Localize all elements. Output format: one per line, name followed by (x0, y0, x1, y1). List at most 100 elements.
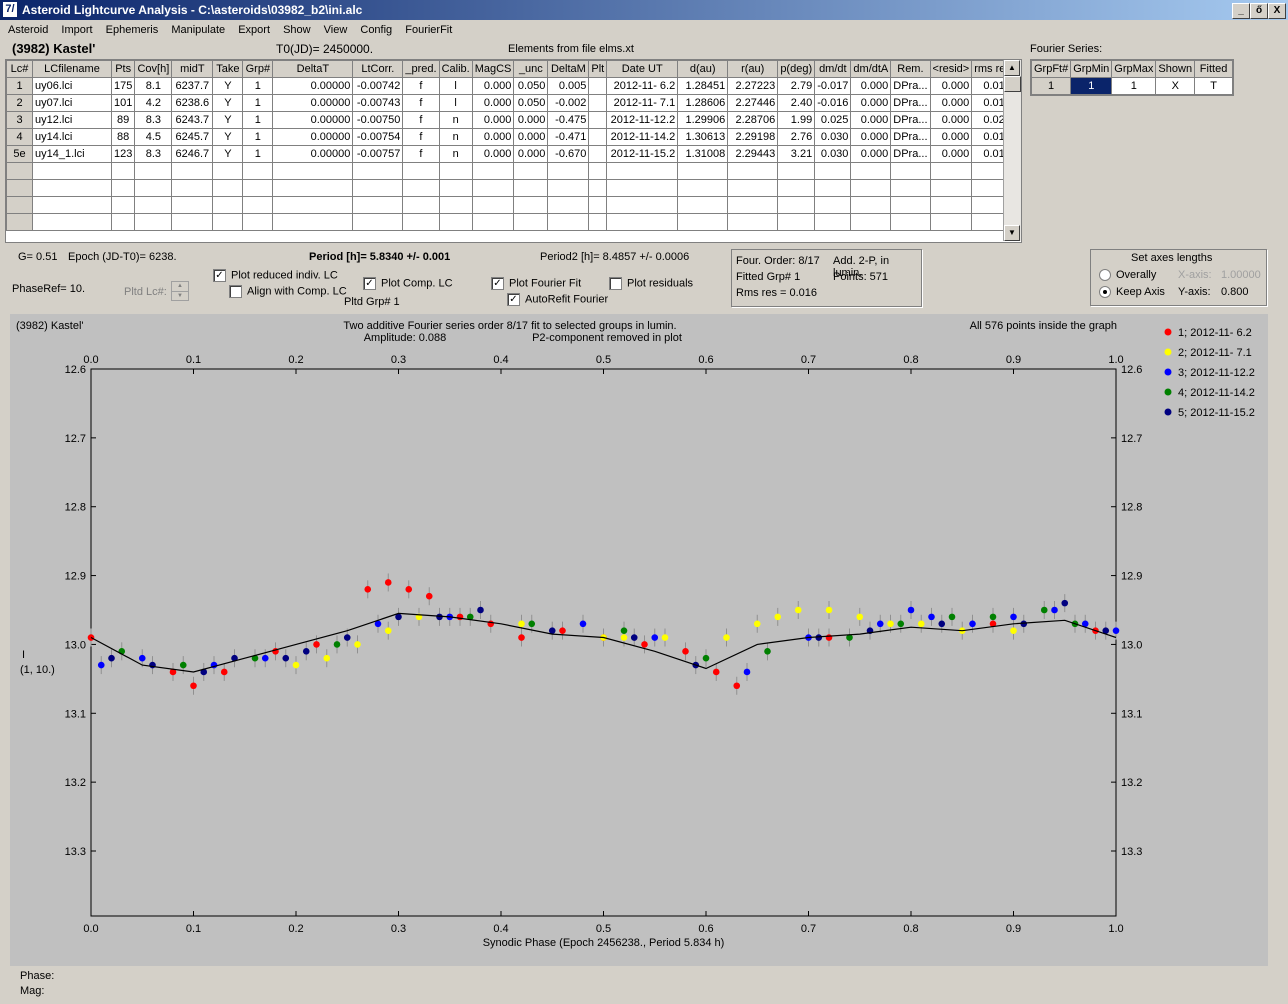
lc-table-empty-row[interactable] (6, 162, 1014, 180)
lc-cell[interactable] (588, 179, 608, 197)
lc-cell[interactable]: 0.00000 (272, 77, 354, 95)
lc-cell[interactable]: 4 (6, 128, 33, 146)
lc-col-header[interactable]: Grp# (242, 60, 274, 78)
lc-cell[interactable]: f (402, 128, 440, 146)
lc-cell[interactable]: uy14_1.lci (32, 145, 112, 163)
lc-cell[interactable]: 2 (6, 94, 33, 112)
lc-cell[interactable]: 89 (110, 111, 136, 129)
lc-cell[interactable]: 6246.7 (171, 145, 214, 163)
lc-table-empty-row[interactable] (6, 196, 1014, 214)
yaxis-value[interactable]: 0.800 (1221, 286, 1249, 298)
lc-cell[interactable] (6, 162, 33, 180)
lc-cell[interactable] (588, 145, 608, 163)
lc-cell[interactable]: 1 (242, 94, 274, 112)
lc-cell[interactable] (402, 162, 440, 180)
lc-cell[interactable]: -0.475 (547, 111, 590, 129)
lc-cell[interactable]: 1 (242, 77, 274, 95)
lc-col-header[interactable]: midT (171, 60, 214, 78)
lc-col-header[interactable]: _unc (513, 60, 549, 78)
lc-cell[interactable]: l (438, 94, 473, 112)
lc-col-header[interactable]: dm/dtA (850, 60, 892, 78)
plot-fourier-checkbox[interactable]: ✓ Plot Fourier Fit (491, 277, 581, 290)
lc-cell[interactable] (547, 179, 590, 197)
menu-show[interactable]: Show (278, 22, 316, 38)
lc-cell[interactable]: 1.28606 (677, 94, 729, 112)
lc-cell[interactable] (134, 162, 173, 180)
lc-cell[interactable]: DPra... (890, 94, 931, 112)
menu-ephemeris[interactable]: Ephemeris (101, 22, 164, 38)
lc-cell[interactable]: 175 (110, 77, 136, 95)
lc-cell[interactable] (352, 196, 404, 214)
lc-cell[interactable] (471, 213, 515, 231)
lc-col-header[interactable]: LtCorr. (352, 60, 404, 78)
lc-cell[interactable]: 2012-11- 7.1 (606, 94, 679, 112)
lc-col-header[interactable]: DeltaT (272, 60, 354, 78)
lc-cell[interactable]: Y (212, 111, 244, 129)
fourier-cell-grpmax[interactable]: 1 (1111, 77, 1157, 95)
lc-cell[interactable]: 0.025 (814, 111, 852, 129)
lc-cell[interactable]: n (438, 145, 473, 163)
scroll-down-icon[interactable]: ▼ (1004, 225, 1020, 241)
lc-cell[interactable]: 1 (242, 145, 274, 163)
lc-cell[interactable]: 6237.7 (171, 77, 214, 95)
lc-cell[interactable] (588, 94, 608, 112)
lc-cell[interactable]: 0.00000 (272, 111, 354, 129)
lc-cell[interactable]: 0.00000 (272, 94, 354, 112)
lc-cell[interactable] (272, 179, 354, 197)
lc-cell[interactable]: 0.000 (513, 111, 549, 129)
lc-cell[interactable] (171, 179, 214, 197)
lc-cell[interactable]: 6238.6 (171, 94, 214, 112)
lc-cell[interactable]: f (402, 111, 440, 129)
lc-cell[interactable]: DPra... (890, 111, 931, 129)
lc-cell[interactable] (929, 162, 973, 180)
xaxis-value[interactable]: 1.00000 (1221, 269, 1261, 281)
lc-cell[interactable]: n (438, 111, 473, 129)
lc-cell[interactable]: 6245.7 (171, 128, 214, 146)
lc-cell[interactable] (777, 196, 816, 214)
lc-cell[interactable]: 0.000 (850, 111, 892, 129)
lc-cell[interactable]: Y (212, 128, 244, 146)
lc-cell[interactable] (814, 213, 852, 231)
lc-cell[interactable] (352, 162, 404, 180)
lc-cell[interactable]: 0.050 (513, 94, 549, 112)
lc-col-header[interactable]: dm/dt (814, 60, 852, 78)
lc-table-row[interactable]: 5e uy14_1.lci 123 8.3 6246.7 Y 1 0.00000 -0.0075… (6, 145, 1014, 163)
lc-cell[interactable]: 0.000 (513, 128, 549, 146)
lc-cell[interactable]: 0.000 (929, 111, 973, 129)
lc-cell[interactable] (588, 111, 608, 129)
lc-cell[interactable]: 3.21 (777, 145, 816, 163)
lc-cell[interactable]: 1.31008 (677, 145, 729, 163)
lc-cell[interactable] (402, 196, 440, 214)
lc-cell[interactable]: 6243.7 (171, 111, 214, 129)
lc-cell[interactable] (134, 213, 173, 231)
scroll-up-icon[interactable]: ▲ (1004, 60, 1020, 76)
lc-cell[interactable] (890, 162, 931, 180)
lc-cell[interactable]: 2.27446 (727, 94, 779, 112)
keep-axis-radio[interactable]: Keep Axis (1099, 286, 1165, 299)
lc-cell[interactable]: 0.030 (814, 145, 852, 163)
lc-table-empty-row[interactable] (6, 213, 1014, 231)
lc-cell[interactable] (929, 179, 973, 197)
plot-comp-checkbox[interactable]: ✓ Plot Comp. LC (363, 277, 453, 290)
lc-cell[interactable]: 0.00000 (272, 145, 354, 163)
align-checkbox[interactable]: Align with Comp. LC (229, 285, 347, 298)
lc-cell[interactable] (171, 213, 214, 231)
lc-cell[interactable] (471, 162, 515, 180)
autorefit-checkbox[interactable]: ✓ AutoRefit Fourier (507, 293, 608, 306)
menu-export[interactable]: Export (233, 22, 275, 38)
lc-cell[interactable] (471, 196, 515, 214)
lc-cell[interactable]: 123 (110, 145, 136, 163)
spin-up-icon[interactable]: ▲ (172, 282, 188, 292)
lc-cell[interactable] (438, 213, 473, 231)
lc-cell[interactable] (850, 196, 892, 214)
lc-cell[interactable]: 2012-11-12.2 (606, 111, 679, 129)
lc-cell[interactable] (32, 196, 112, 214)
lc-col-header[interactable]: <resid> (929, 60, 973, 78)
fourier-col-header[interactable]: GrpMax (1111, 60, 1157, 78)
minimize-button[interactable]: _ (1232, 3, 1250, 19)
lc-cell[interactable]: 0.000 (850, 94, 892, 112)
lc-col-header[interactable]: d(au) (677, 60, 729, 78)
lc-cell[interactable]: f (402, 145, 440, 163)
lc-cell[interactable] (471, 179, 515, 197)
lc-cell[interactable]: 0.000 (929, 94, 973, 112)
